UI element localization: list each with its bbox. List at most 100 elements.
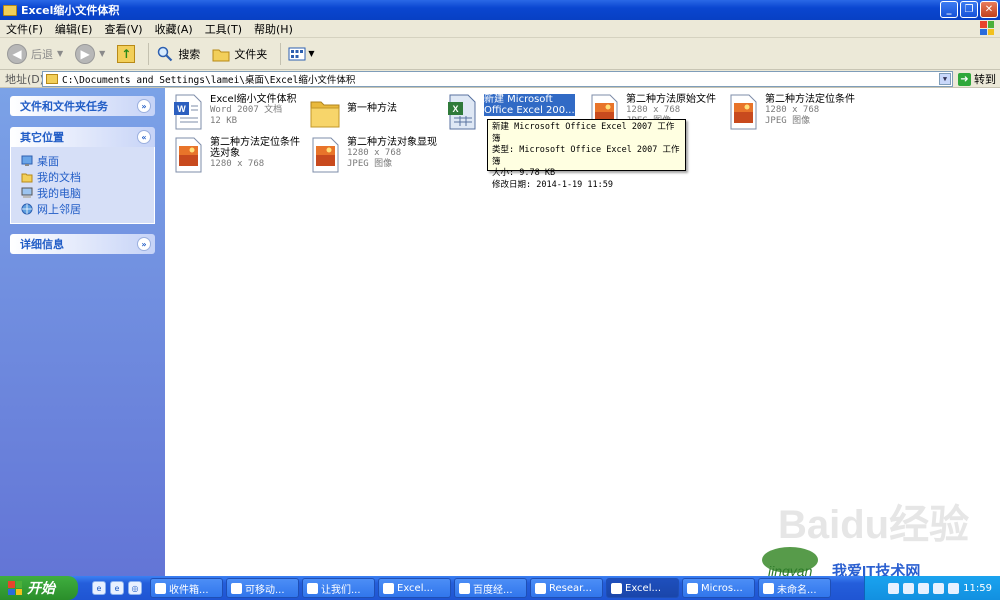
tasks-panel-header[interactable]: 文件和文件夹任务 »: [10, 96, 155, 116]
chevron-down-icon[interactable]: ▼: [939, 73, 951, 85]
task-pane: 文件和文件夹任务 » 其它位置 « 桌面 我的文档 我的电脑 网上邻居 详细信息…: [0, 88, 165, 576]
file-name: 第二种方法定位条件: [210, 137, 300, 148]
place-label: 网上邻居: [37, 203, 81, 216]
start-button[interactable]: 开始: [0, 576, 78, 600]
collapse-chevron-icon[interactable]: «: [137, 130, 151, 144]
place-label: 我的文档: [37, 171, 81, 184]
file-item[interactable]: W Excel缩小文件体积 Word 2007 文档 12 KB: [172, 94, 297, 130]
place-my-documents[interactable]: 我的文档: [21, 169, 154, 185]
menu-favorites[interactable]: 收藏(A): [149, 21, 199, 37]
file-item[interactable]: 第二种方法定位条件 选对象 1280 x 768: [172, 137, 300, 173]
task-label: Resear...: [549, 582, 592, 594]
menu-view[interactable]: 查看(V): [98, 21, 148, 37]
maximize-button[interactable]: ❐: [960, 1, 978, 18]
address-bar: 地址(D) C:\Documents and Settings\lamei\桌面…: [0, 70, 1000, 88]
file-item[interactable]: 第二种方法对象显现 1280 x 768 JPEG 图像: [309, 137, 437, 173]
menu-edit[interactable]: 编辑(E): [49, 21, 99, 37]
tooltip-name: 新建 Microsoft Office Excel 2007 工作簿: [492, 122, 675, 144]
desktop-icon: [21, 155, 33, 167]
close-button[interactable]: ✕: [980, 1, 998, 18]
forward-button[interactable]: ▶ ▼: [72, 41, 108, 67]
help-icon[interactable]: [903, 582, 915, 594]
windows-logo-icon: [980, 21, 994, 35]
quick-launch: e e ◎: [92, 581, 142, 595]
network-places-icon: [21, 203, 33, 215]
task-button[interactable]: Micros...: [682, 578, 755, 598]
file-dimensions: 1280 x 768: [626, 105, 681, 115]
task-label: 收件箱...: [169, 584, 209, 596]
folder-icon: [310, 101, 340, 128]
toolbar-separator: [148, 42, 150, 65]
views-button[interactable]: ▼: [285, 41, 317, 67]
forward-arrow-icon: ▶: [75, 43, 96, 64]
task-button[interactable]: Excel...: [378, 578, 451, 598]
paint-icon: [763, 582, 774, 594]
task-label: 未命名...: [777, 584, 817, 596]
address-input[interactable]: C:\Documents and Settings\lamei\桌面\Excel…: [42, 71, 953, 87]
place-my-computer[interactable]: 我的电脑: [21, 185, 154, 201]
other-places-list: 桌面 我的文档 我的电脑 网上邻居: [10, 147, 155, 224]
place-desktop[interactable]: 桌面: [21, 153, 154, 169]
clock[interactable]: 11:59: [963, 583, 992, 594]
up-button[interactable]: ↑: [114, 41, 138, 67]
expand-chevron-icon[interactable]: »: [137, 99, 151, 113]
go-button[interactable]: ➜ 转到: [958, 71, 996, 87]
task-button[interactable]: Resear...: [530, 578, 603, 598]
tooltip-modified: 修改日期: 2014-1-19 11:59: [492, 179, 613, 190]
folder-icon: [383, 582, 394, 594]
task-button[interactable]: 让我们...: [302, 578, 375, 598]
address-path: C:\Documents and Settings\lamei\桌面\Excel…: [62, 75, 356, 86]
system-tray: 11:59: [864, 576, 1000, 600]
other-places-panel: 其它位置 « 桌面 我的文档 我的电脑 网上邻居: [10, 127, 155, 224]
other-places-header[interactable]: 其它位置 «: [10, 127, 155, 147]
task-button[interactable]: 可移动...: [226, 578, 299, 598]
my-documents-icon: [21, 171, 33, 183]
folders-button[interactable]: 文件夹: [209, 41, 270, 67]
search-icon: [156, 45, 174, 63]
file-name: 第二种方法原始文件: [626, 94, 716, 105]
svg-text:W: W: [177, 104, 186, 114]
file-item[interactable]: 第二种方法定位条件 1280 x 768 JPEG 图像: [727, 94, 855, 130]
tooltip-type: 类型: Microsoft Office Excel 2007 工作簿: [492, 145, 680, 167]
tray-icon[interactable]: [918, 582, 930, 594]
file-dimensions: 1280 x 768: [347, 148, 402, 158]
task-button[interactable]: 未命名...: [758, 578, 831, 598]
search-button[interactable]: 搜索: [153, 41, 203, 67]
chevron-down-icon: ▼: [57, 49, 64, 58]
title-bar[interactable]: Excel缩小文件体积 _ ❐ ✕: [0, 0, 1000, 20]
menu-help[interactable]: 帮助(H): [248, 21, 299, 37]
excel-doc-icon: X: [448, 94, 476, 130]
browser-icon: [535, 582, 546, 594]
ie-icon[interactable]: e: [92, 581, 106, 595]
word-icon: [687, 582, 698, 594]
jpeg-image-icon: [312, 137, 339, 173]
menu-tools[interactable]: 工具(T): [199, 21, 248, 37]
app-icon[interactable]: ◎: [128, 581, 142, 595]
task-label: 百度经...: [473, 584, 513, 596]
file-item[interactable]: 第一种方法: [309, 94, 397, 130]
back-button[interactable]: ◀ 后退 ▼: [4, 41, 66, 67]
folder-icon: [46, 74, 58, 84]
network-icon[interactable]: [948, 582, 960, 594]
volume-icon[interactable]: [933, 582, 945, 594]
task-button[interactable]: 百度经...: [454, 578, 527, 598]
back-label: 后退: [31, 47, 53, 61]
expand-chevron-icon[interactable]: »: [137, 237, 151, 251]
task-button[interactable]: 收件箱...: [150, 578, 223, 598]
chevron-down-icon: ▼: [308, 49, 315, 58]
details-panel-header[interactable]: 详细信息 »: [10, 234, 155, 254]
tasks-panel-title: 文件和文件夹任务: [20, 100, 108, 113]
task-button-active[interactable]: Excel...: [606, 578, 679, 598]
toolbar: ◀ 后退 ▼ ▶ ▼ ↑ 搜索 文件夹 ▼: [0, 38, 1000, 70]
minimize-button[interactable]: _: [940, 1, 958, 18]
folder-icon: [611, 582, 622, 594]
svg-text:X: X: [452, 104, 458, 114]
browser-icon[interactable]: e: [110, 581, 124, 595]
search-label: 搜索: [178, 47, 201, 61]
file-info-tooltip: 新建 Microsoft Office Excel 2007 工作簿 类型: M…: [487, 119, 686, 190]
go-label: 转到: [974, 73, 996, 86]
place-network[interactable]: 网上邻居: [21, 201, 154, 217]
tray-icon[interactable]: [888, 582, 900, 594]
task-label: 可移动...: [245, 584, 285, 596]
menu-file[interactable]: 文件(F): [0, 21, 49, 37]
